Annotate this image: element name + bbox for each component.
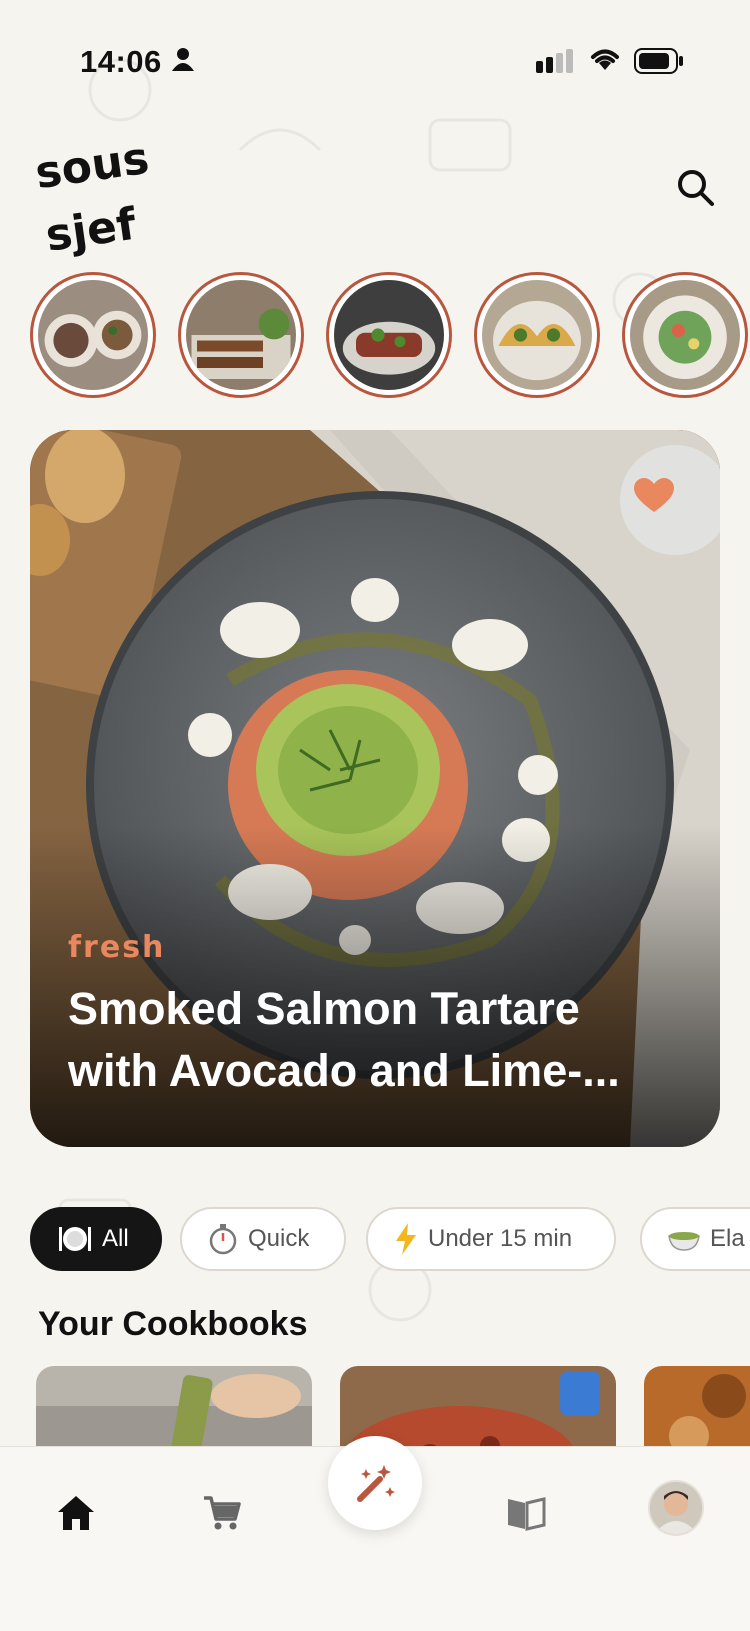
search-icon[interactable] (676, 168, 716, 208)
filter-chips: All Quick Under 15 min Ela (30, 1207, 750, 1273)
filter-label: All (102, 1225, 129, 1252)
filter-label: Quick (248, 1225, 310, 1252)
filter-quick-chip[interactable]: Quick (180, 1207, 346, 1271)
recipe-tag: fresh (68, 930, 166, 965)
bowl-icon (668, 1226, 700, 1252)
filter-label: Under 15 min (428, 1225, 573, 1252)
story-steak[interactable] (326, 272, 452, 398)
story-salad[interactable] (622, 272, 748, 398)
featured-recipe-title: Smoked Salmon Tartare with Avocado and L… (68, 983, 620, 1096)
cookbooks-list (36, 1366, 750, 1446)
home-icon[interactable] (52, 1489, 100, 1537)
filter-all-chip[interactable]: All (30, 1207, 162, 1271)
filter-under-15-chip[interactable]: Under 15 min (366, 1207, 616, 1271)
status-time: 14:06 (80, 44, 162, 79)
story-tacos[interactable] (474, 272, 600, 398)
book-icon[interactable] (502, 1489, 550, 1537)
cookbook-card[interactable] (644, 1366, 750, 1446)
app-logo: sous sjef (36, 133, 152, 262)
person-icon (172, 48, 194, 71)
story-skewers[interactable] (178, 272, 304, 398)
favorite-heart-icon[interactable] (634, 478, 674, 514)
story-bowl[interactable] (30, 272, 156, 398)
filter-bowl-chip[interactable]: Ela (640, 1207, 750, 1271)
cellular-signal-icon (536, 49, 573, 73)
status-bar: 14:06 (0, 40, 750, 84)
magic-wand-button[interactable] (328, 1436, 422, 1530)
battery-icon (634, 48, 683, 74)
cookbook-card[interactable] (340, 1366, 616, 1446)
cookbook-card[interactable] (36, 1366, 312, 1446)
lightning-icon (394, 1223, 418, 1255)
cookbooks-heading: Your Cookbooks (38, 1305, 308, 1343)
plate-cutlery-icon (58, 1224, 92, 1254)
avatar[interactable] (648, 1480, 704, 1536)
svg-text:sjef: sjef (43, 199, 140, 262)
wifi-icon (591, 49, 619, 70)
magic-wand-icon (357, 1465, 395, 1502)
recipe-stories (30, 272, 750, 400)
cart-icon[interactable] (198, 1489, 246, 1537)
featured-recipe-card[interactable]: fresh Smoked Salmon Tartare with Avocado… (30, 430, 720, 1147)
svg-text:sous: sous (36, 133, 152, 199)
filter-label: Ela (710, 1225, 745, 1252)
stopwatch-icon (208, 1223, 238, 1255)
